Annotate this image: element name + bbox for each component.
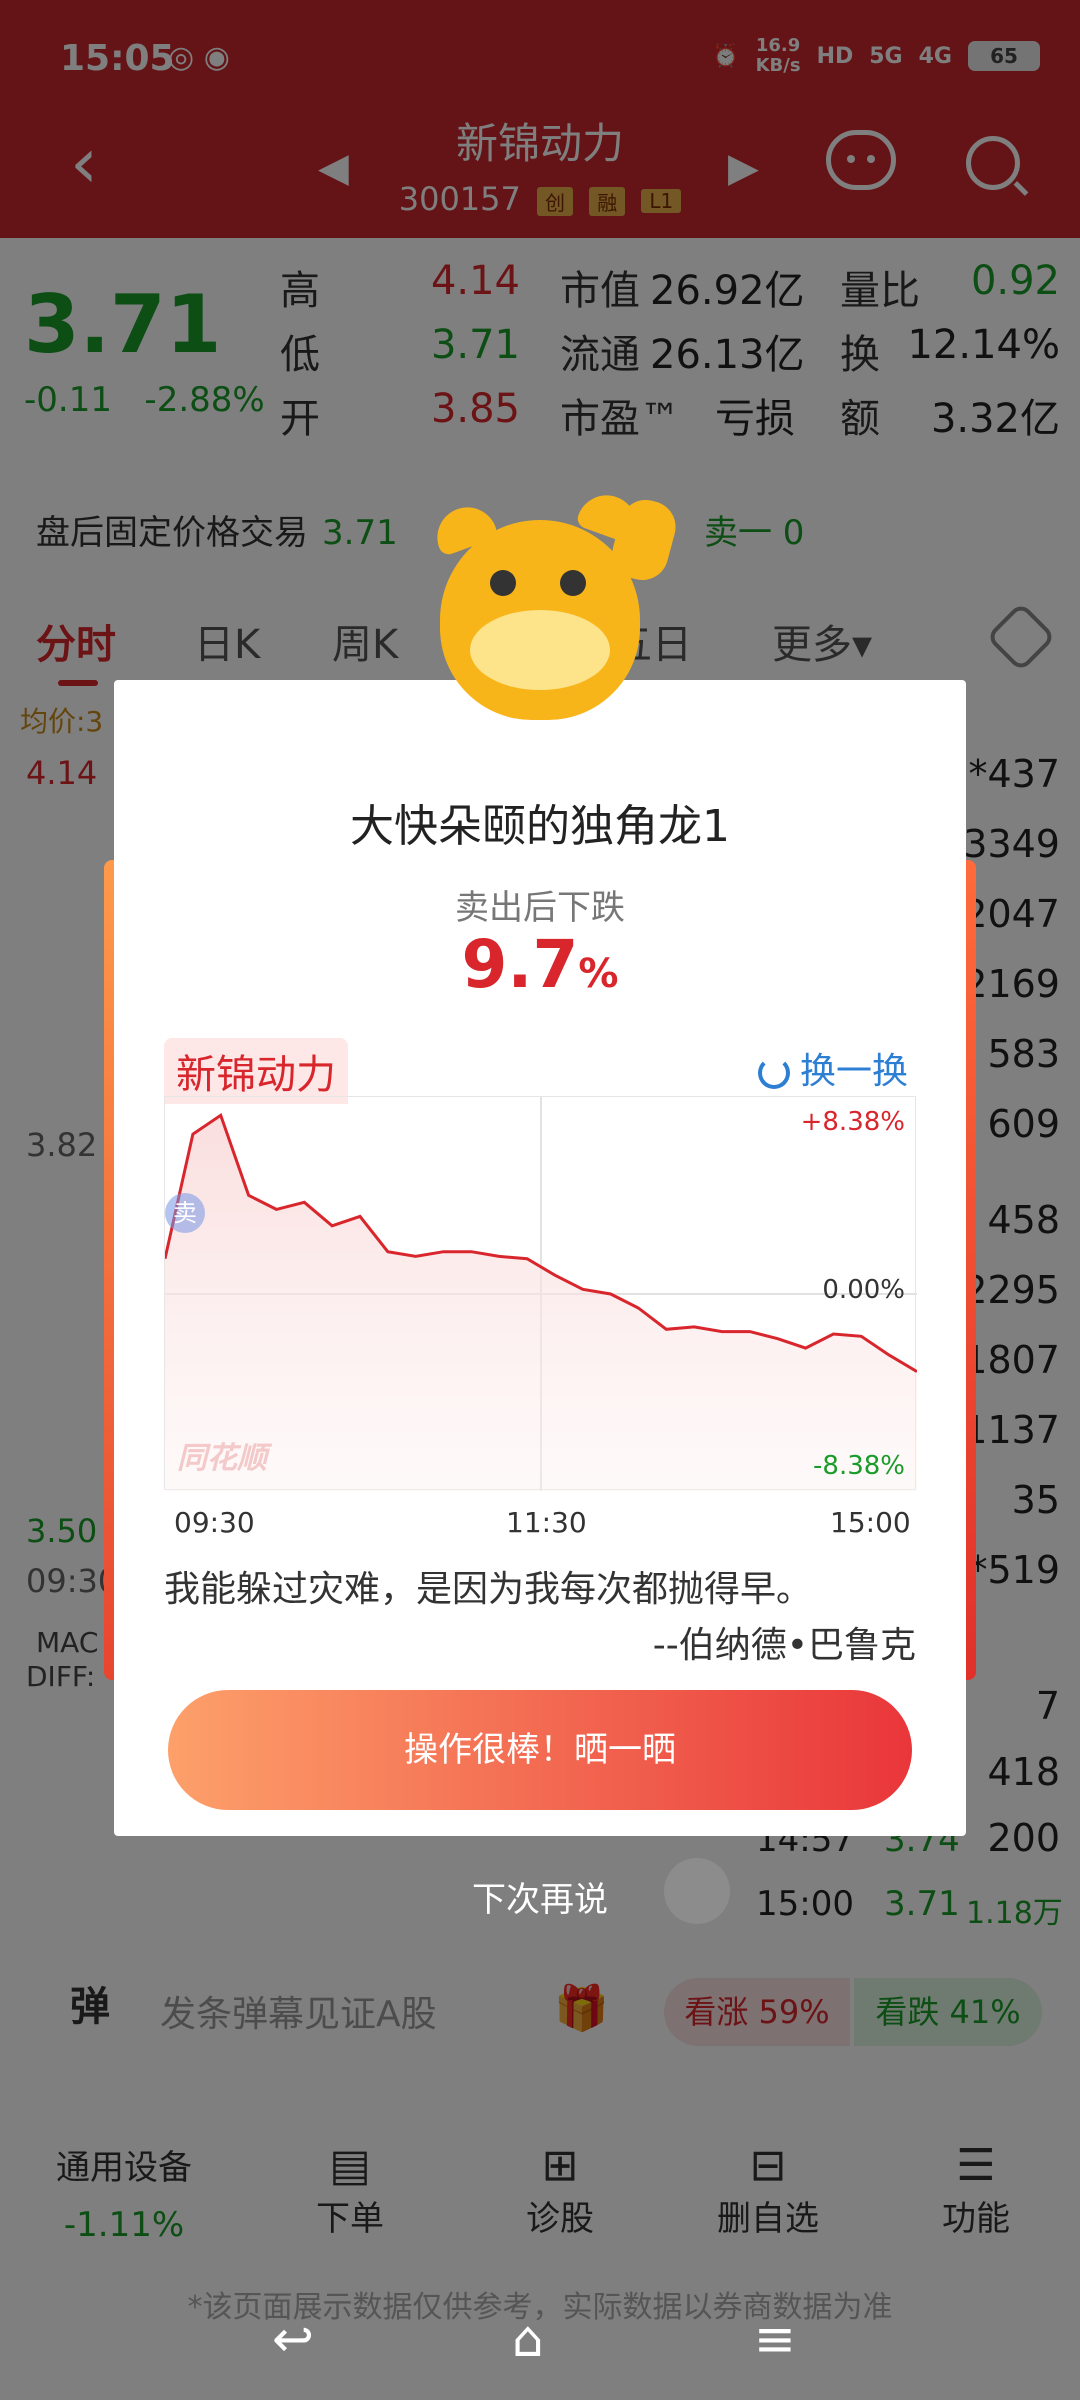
- dismiss-later-button[interactable]: 下次再说: [0, 1872, 1080, 1921]
- drop-value: 9.7: [461, 926, 579, 1003]
- mini-chart-svg: [165, 1097, 917, 1491]
- drop-percentage: 9.7%: [114, 926, 966, 1003]
- expand-icon[interactable]: [664, 1858, 730, 1924]
- swap-label: 换一换: [800, 1051, 909, 1092]
- share-dialog: 大快朵颐的独角龙1 卖出后下跌 9.7% 新锦动力 换一换 +8.38% 0.0…: [114, 680, 966, 1836]
- chart-max-label: +8.38%: [800, 1107, 905, 1137]
- x-tick-end: 15:00: [830, 1506, 911, 1539]
- chart-min-label: -8.38%: [813, 1451, 905, 1481]
- dialog-subtitle: 卖出后下跌: [455, 888, 625, 928]
- x-tick-start: 09:30: [174, 1506, 255, 1539]
- dialog-title: 大快朵颐的独角龙1: [350, 801, 730, 852]
- quote-author: --伯纳德•巴鲁克: [652, 1625, 916, 1666]
- drop-unit: %: [578, 951, 619, 997]
- refresh-icon: [758, 1057, 790, 1089]
- bull-mascot-icon: [420, 486, 682, 730]
- x-tick-mid: 11:30: [506, 1506, 587, 1539]
- sell-marker: 卖: [165, 1193, 205, 1233]
- disclaimer: *该页面展示数据仅供参考，实际数据以券商数据为准: [187, 2290, 893, 2325]
- mini-intraday-chart: +8.38% 0.00% -8.38% 卖 同花顺: [164, 1096, 917, 1491]
- swap-button[interactable]: 换一换: [758, 1042, 908, 1094]
- chart-stock-name: 新锦动力: [164, 1038, 348, 1104]
- chart-zero-label: 0.00%: [822, 1275, 905, 1305]
- share-button[interactable]: 操作很棒！晒一晒: [168, 1690, 912, 1810]
- ths-watermark: 同花顺: [177, 1441, 267, 1476]
- investment-quote: 我能躲过灾难，是因为我每次都抛得早。: [164, 1569, 813, 1610]
